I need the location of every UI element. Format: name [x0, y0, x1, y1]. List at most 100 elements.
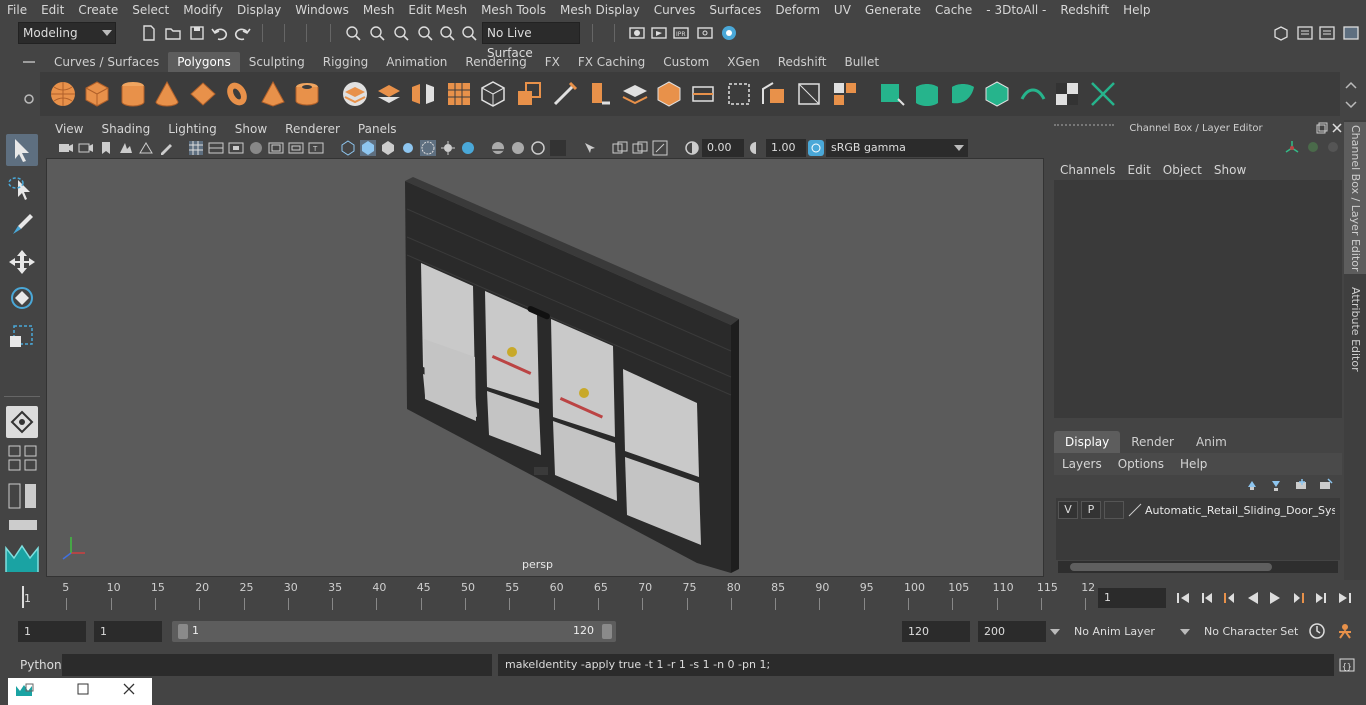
- play-backward-icon[interactable]: [1244, 589, 1262, 607]
- poly-cylinder-icon[interactable]: [118, 79, 148, 109]
- layout-persp-outliner-icon[interactable]: [8, 482, 38, 510]
- range-start-handle[interactable]: [178, 624, 188, 639]
- menu-edit-mesh[interactable]: Edit Mesh: [401, 0, 474, 20]
- menu-mesh-tools[interactable]: Mesh Tools: [474, 0, 553, 20]
- snap-point-icon[interactable]: [392, 24, 410, 42]
- uv-cut-icon[interactable]: [1088, 79, 1118, 109]
- frame-all-icon[interactable]: [652, 140, 668, 156]
- close-window-icon[interactable]: [122, 682, 136, 700]
- range-slider[interactable]: 1 120: [172, 621, 616, 642]
- maximize-window-icon[interactable]: [76, 682, 90, 700]
- xray-icon[interactable]: [420, 140, 436, 156]
- viewport-menu-shading[interactable]: Shading: [92, 122, 159, 136]
- go-to-start-icon[interactable]: [1174, 589, 1192, 607]
- depth-of-field-icon[interactable]: [530, 140, 546, 156]
- step-back-icon[interactable]: [1198, 589, 1216, 607]
- step-back-key-icon[interactable]: [1220, 589, 1238, 607]
- image-plane-icon[interactable]: [118, 140, 134, 156]
- motion-blur-icon[interactable]: [490, 140, 506, 156]
- shelf-tab-xgen[interactable]: XGen: [718, 52, 769, 72]
- combine-icon[interactable]: [340, 79, 370, 109]
- shelf-menu-icon[interactable]: [18, 56, 40, 68]
- resolution-gate-icon[interactable]: [228, 140, 244, 156]
- remesh-icon[interactable]: [514, 79, 544, 109]
- shadows-icon[interactable]: [440, 140, 456, 156]
- close-panel-icon[interactable]: [1331, 122, 1343, 134]
- menu-uv[interactable]: UV: [827, 0, 858, 20]
- snap-surface-icon[interactable]: [438, 24, 456, 42]
- layer-visibility-toggle[interactable]: V: [1058, 501, 1078, 519]
- viewport-menu-lighting[interactable]: Lighting: [159, 122, 226, 136]
- toggle-tool-settings-icon[interactable]: [1342, 24, 1360, 42]
- float-panel-icon[interactable]: [1316, 122, 1328, 134]
- reduce-icon[interactable]: [478, 79, 508, 109]
- gamma-icon[interactable]: [748, 140, 764, 156]
- tab-render[interactable]: Render: [1120, 431, 1185, 453]
- shelf-tab-animation[interactable]: Animation: [377, 52, 456, 72]
- layer-row[interactable]: V P Automatic_Retail_Sliding_Door_Syste: [1058, 500, 1340, 520]
- separate-icon[interactable]: [374, 79, 404, 109]
- character-set-select[interactable]: No Character Set: [1180, 621, 1304, 642]
- viewport-menu-panels[interactable]: Panels: [349, 122, 406, 136]
- edit-menu[interactable]: Edit: [1122, 163, 1157, 177]
- hypershade-icon[interactable]: [720, 24, 738, 42]
- viewport-menu-show[interactable]: Show: [226, 122, 276, 136]
- poly-pyramid-icon[interactable]: [258, 79, 288, 109]
- command-input[interactable]: [62, 654, 492, 676]
- safe-title-icon[interactable]: T: [308, 140, 324, 156]
- play-forward-icon[interactable]: [1266, 589, 1284, 607]
- append-icon[interactable]: [688, 79, 718, 109]
- wireframe-icon[interactable]: [188, 140, 204, 156]
- script-language-label[interactable]: Python: [20, 655, 62, 675]
- auto-key-icon[interactable]: [1308, 622, 1326, 640]
- channels-menu[interactable]: Channels: [1054, 163, 1122, 177]
- layer-display-type[interactable]: [1104, 501, 1124, 519]
- menu-3dtoall[interactable]: - 3DtoAll -: [979, 0, 1053, 20]
- shelf-tab-sculpting[interactable]: Sculpting: [240, 52, 314, 72]
- menu-curves[interactable]: Curves: [647, 0, 703, 20]
- menu-surfaces[interactable]: Surfaces: [702, 0, 768, 20]
- color-management-icon[interactable]: [808, 140, 824, 156]
- scale-tool-icon[interactable]: [6, 320, 38, 352]
- shelf-tab-custom[interactable]: Custom: [654, 52, 718, 72]
- step-forward-key-icon[interactable]: [1290, 589, 1308, 607]
- axis-gizmo-icon[interactable]: [1284, 140, 1300, 156]
- menu-create[interactable]: Create: [71, 0, 125, 20]
- uv-planar-icon[interactable]: [878, 79, 908, 109]
- paint-select-icon[interactable]: [6, 208, 38, 240]
- soft-select-icon[interactable]: [6, 406, 38, 438]
- snap-grid-icon[interactable]: [344, 24, 362, 42]
- layer-playback-toggle[interactable]: P: [1081, 501, 1101, 519]
- render-settings-icon[interactable]: [696, 24, 714, 42]
- poly-sphere-icon[interactable]: [48, 79, 78, 109]
- uv-automatic-icon[interactable]: [982, 79, 1012, 109]
- shelf-tab-polygons[interactable]: Polygons: [168, 52, 240, 72]
- rotate-tool-icon[interactable]: [6, 282, 38, 314]
- layer-color-icon[interactable]: [1127, 502, 1143, 518]
- target-weld-icon[interactable]: [794, 79, 824, 109]
- restore-window-icon[interactable]: [14, 682, 34, 702]
- playback-end-field[interactable]: 120: [902, 621, 970, 642]
- shelf-tab-curves-surfaces[interactable]: Curves / Surfaces: [45, 52, 168, 72]
- uv-checker-icon[interactable]: [1052, 79, 1082, 109]
- camera-select-icon[interactable]: [58, 140, 74, 156]
- bridge-icon[interactable]: [654, 79, 684, 109]
- bevel-icon[interactable]: [620, 79, 650, 109]
- side-tab-attribute-editor[interactable]: Attribute Editor: [1344, 284, 1366, 374]
- isolate-view-icon[interactable]: [582, 140, 598, 156]
- uv-spherical-icon[interactable]: [948, 79, 978, 109]
- go-to-end-icon[interactable]: [1336, 589, 1354, 607]
- default-lighting-icon[interactable]: [380, 140, 396, 156]
- snap-live-icon[interactable]: [460, 24, 478, 42]
- save-scene-icon[interactable]: [188, 24, 206, 42]
- scrollbar-thumb[interactable]: [1070, 563, 1272, 571]
- bookmark-icon[interactable]: [98, 140, 114, 156]
- multi-cut-icon[interactable]: [550, 79, 580, 109]
- exposure-field[interactable]: 0.00: [702, 139, 744, 157]
- uv-unfold-icon[interactable]: [1018, 79, 1048, 109]
- menu-windows[interactable]: Windows: [288, 0, 356, 20]
- current-time-indicator[interactable]: [22, 586, 24, 608]
- live-surface-field[interactable]: No Live Surface: [482, 22, 580, 60]
- snap-curve-icon[interactable]: [368, 24, 386, 42]
- layout-single-icon[interactable]: [8, 518, 38, 532]
